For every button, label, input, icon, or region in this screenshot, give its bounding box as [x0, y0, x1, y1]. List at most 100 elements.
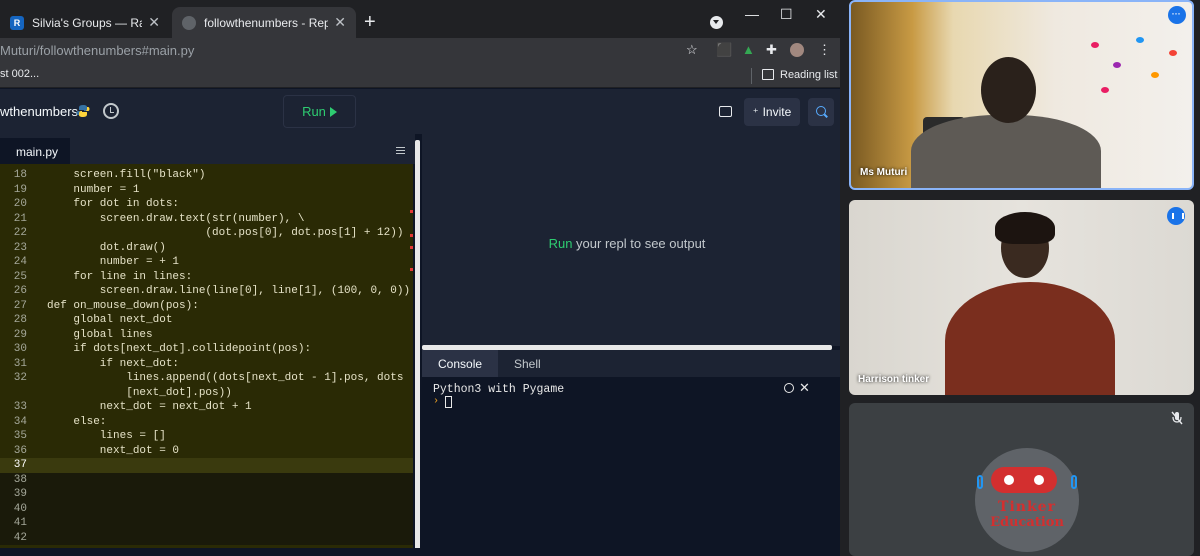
participant-name: Harrison tinker	[858, 374, 930, 385]
editor-resize-handle[interactable]	[415, 140, 420, 550]
code-text: next_dot = 0	[47, 444, 180, 457]
replit-header: wthenumbers Run	[0, 89, 840, 134]
reading-list-icon[interactable]	[762, 69, 774, 80]
code-line[interactable]: 26 screen.draw.line(line[0], line[1], (1…	[0, 284, 413, 299]
code-line[interactable]: 18 screen.fill("black")	[0, 168, 413, 183]
tab-console[interactable]: Console	[422, 350, 499, 377]
code-line[interactable]: 19 number = 1	[0, 183, 413, 198]
code-text: def on_mouse_down(pos):	[47, 299, 199, 312]
code-line[interactable]: 24 number = + 1	[0, 255, 413, 270]
invite-button[interactable]: ⁺ Invite	[744, 98, 800, 126]
code-line[interactable]: 42	[0, 530, 413, 545]
line-number: 18	[13, 169, 27, 181]
participant-tile-harrison-tinker[interactable]: Harrison tinker	[849, 200, 1194, 395]
wall-butterfly	[1091, 42, 1099, 48]
editor-menu-icon[interactable]	[396, 147, 405, 154]
bookmark-item[interactable]: st 002...	[0, 68, 39, 80]
code-line[interactable]: 37	[0, 458, 413, 473]
code-line[interactable]: 36 next_dot = 0	[0, 444, 413, 459]
url-text[interactable]: Muturi/followthenumbers#main.py	[0, 43, 194, 58]
line-number: 26	[13, 285, 27, 297]
output-pane: Run your repl to see output	[422, 134, 840, 346]
chrome-menu-icon[interactable]: ⋮	[818, 42, 831, 58]
file-tab-main-py[interactable]: main.py	[0, 138, 70, 164]
ratatype-favicon-icon: R	[10, 15, 24, 30]
console-prompt: ›	[433, 396, 440, 407]
code-line[interactable]: 34 else:	[0, 415, 413, 430]
line-number: 41	[13, 517, 27, 529]
console-close-icon[interactable]: ✕	[799, 380, 810, 396]
code-text: screen.draw.text(str(number), \	[47, 212, 305, 225]
tab-ratatype[interactable]: R Silvia's Groups — Ratatype ✕	[0, 7, 170, 38]
code-line[interactable]: 30 if dots[next_dot].collidepoint(pos):	[0, 342, 413, 357]
minimize-icon[interactable]: —	[745, 6, 759, 22]
tab-search-icon[interactable]	[710, 16, 723, 29]
line-number: 29	[13, 328, 27, 341]
code-line[interactable]: 40	[0, 501, 413, 516]
code-text: [next_dot].pos))	[47, 386, 232, 399]
participant-video	[945, 282, 1115, 395]
wall-butterfly	[1113, 62, 1121, 68]
code-line[interactable]: 25 for line in lines:	[0, 270, 413, 285]
participant-tile-ms-muturi[interactable]: Ms Muturi	[849, 0, 1194, 190]
code-line[interactable]: 27 def on_mouse_down(pos):	[0, 299, 413, 314]
new-tab-icon[interactable]: +	[364, 12, 376, 32]
code-line[interactable]: 29 global lines	[0, 328, 413, 343]
extensions-puzzle-icon[interactable]: ✚	[766, 42, 777, 58]
maximize-icon[interactable]: ☐	[780, 6, 793, 23]
reading-list-label[interactable]: Reading list	[780, 69, 837, 81]
tab-shell[interactable]: Shell	[498, 350, 557, 377]
drive-extension-icon[interactable]: ▲	[742, 42, 755, 57]
code-editor[interactable]: main.py 18 screen.fill("black") 19 number…	[0, 134, 415, 556]
history-icon[interactable]	[103, 103, 119, 119]
play-icon	[329, 106, 337, 117]
code-line[interactable]: 28 global next_dot	[0, 313, 413, 328]
output-placeholder: Run your repl to see output	[422, 236, 832, 251]
search-button[interactable]	[808, 98, 834, 126]
address-bar[interactable]: Muturi/followthenumbers#main.py ☆ ⬛ ▲ ✚ …	[0, 38, 840, 64]
code-line[interactable]: 41	[0, 516, 413, 531]
code-line[interactable]: 31 if next_dot:	[0, 357, 413, 372]
console-cursor[interactable]	[445, 396, 452, 408]
code-line[interactable]: 33 next_dot = next_dot + 1	[0, 400, 413, 415]
code-line[interactable]: 22 (dot.pos[0], dot.pos[1] + 12))	[0, 226, 413, 241]
repl-name[interactable]: wthenumbers	[0, 104, 78, 119]
code-line[interactable]: 38	[0, 472, 413, 487]
participant-tile-tinker-education[interactable]: Tinker Education	[849, 403, 1194, 556]
run-button[interactable]: Run	[283, 95, 356, 128]
close-window-icon[interactable]: ✕	[815, 6, 827, 23]
console-panel[interactable]: Python3 with Pygame ›	[422, 377, 832, 548]
console-tab-bar: Console Shell	[422, 350, 840, 377]
more-options-icon[interactable]	[1168, 6, 1186, 24]
comment-icon[interactable]	[719, 106, 732, 117]
code-area[interactable]: 18 screen.fill("black") 19 number = 1 20 f…	[0, 164, 413, 556]
console-search-icon[interactable]	[784, 383, 794, 393]
tab-replit[interactable]: followthenumbers - Replit ✕	[172, 7, 356, 38]
wall-butterfly	[1136, 37, 1144, 43]
profile-avatar[interactable]	[790, 43, 804, 57]
code-text: for line in lines:	[47, 270, 193, 283]
editor-tab-bar: main.py	[0, 134, 415, 164]
close-tab-icon[interactable]: ✕	[334, 14, 346, 31]
close-tab-icon[interactable]: ✕	[148, 14, 160, 31]
code-text: screen.draw.line(line[0], line[1], (100,…	[47, 285, 411, 297]
invite-label: Invite	[762, 105, 792, 119]
pdf-extension-icon[interactable]: ⬛	[716, 42, 732, 58]
add-person-icon: ⁺	[752, 106, 759, 119]
logo-robot-eye	[1001, 472, 1017, 488]
participant-video	[911, 115, 1101, 188]
code-line[interactable]: 20 for dot in dots:	[0, 197, 413, 212]
error-marker	[410, 210, 413, 213]
logo-text-line2: Education	[990, 515, 1064, 530]
bookmark-star-icon[interactable]: ☆	[686, 42, 698, 58]
code-line[interactable]: 23 dot.draw()	[0, 241, 413, 256]
line-number: 40	[13, 502, 27, 515]
line-number: 39	[13, 488, 27, 500]
wall-butterfly	[1169, 50, 1177, 56]
code-line[interactable]: [next_dot].pos))	[0, 386, 413, 401]
code-line[interactable]: 21 screen.draw.text(str(number), \	[0, 212, 413, 227]
logo-robot-ear	[1071, 475, 1077, 489]
code-line[interactable]: 32 lines.append((dots[next_dot - 1].pos,…	[0, 371, 413, 386]
code-line[interactable]: 35 lines = []	[0, 429, 413, 444]
code-line[interactable]: 39	[0, 487, 413, 502]
